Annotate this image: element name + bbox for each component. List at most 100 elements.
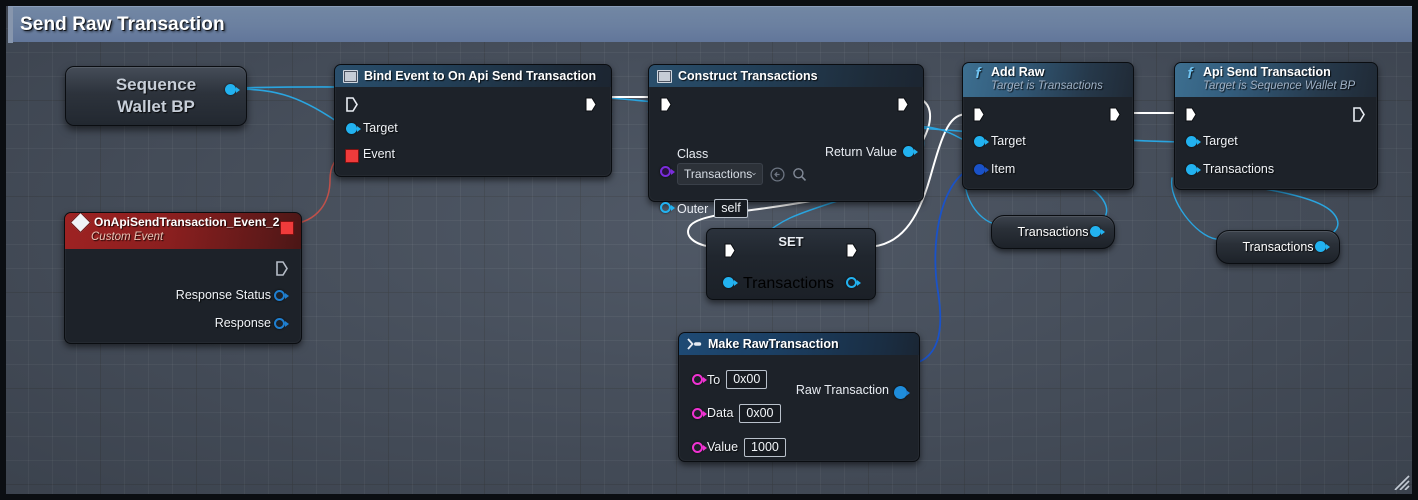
window-title-bar: Send Raw Transaction bbox=[8, 6, 1412, 43]
api-send-transaction-subtitle: Target is Sequence Wallet BP bbox=[1203, 80, 1356, 92]
title-bar-left-cap bbox=[8, 7, 13, 43]
row-custom-event-response-status: Response Status bbox=[65, 281, 301, 309]
pin-set-transactions-out[interactable] bbox=[846, 277, 861, 290]
make-raw-to-value[interactable]: 0x00 bbox=[726, 370, 768, 389]
label-construct-outer: Outer bbox=[677, 201, 709, 216]
label-construct-class: Class bbox=[677, 147, 709, 161]
label-make-raw-value: Value bbox=[707, 440, 739, 454]
pin-getter-transactions-2-output[interactable] bbox=[1315, 241, 1330, 254]
node-api-send-transaction[interactable]: f Api Send Transaction Target is Sequenc… bbox=[1174, 62, 1378, 190]
row-custom-event-response: Response bbox=[65, 309, 301, 337]
pin-add-raw-item[interactable] bbox=[974, 164, 989, 177]
row-make-raw-value: Value 1000 bbox=[679, 430, 919, 464]
construct-transactions-header: Construct Transactions bbox=[649, 65, 923, 87]
label-api-send-transactions: Transactions bbox=[1203, 162, 1275, 176]
pin-bind-event-exec-in[interactable] bbox=[346, 97, 358, 112]
search-icon[interactable] bbox=[792, 167, 807, 182]
row-add-raw-target: Target bbox=[963, 127, 1133, 155]
event-diamond-icon bbox=[69, 213, 92, 234]
square-node-icon bbox=[343, 69, 358, 83]
pin-construct-class[interactable] bbox=[660, 166, 675, 179]
label-custom-event-response: Response bbox=[214, 316, 271, 330]
api-send-transaction-header: f Api Send Transaction Target is Sequenc… bbox=[1175, 63, 1377, 97]
construct-transactions-title: Construct Transactions bbox=[678, 69, 818, 83]
pin-make-raw-to[interactable] bbox=[692, 374, 707, 387]
row-api-send-target: Target bbox=[1175, 127, 1377, 155]
label-bind-event-event: Event bbox=[363, 147, 395, 161]
blueprint-graph-window: Send Raw Transaction Sequence Wallet BP … bbox=[0, 0, 1418, 500]
pin-custom-event-delegate[interactable] bbox=[280, 221, 294, 235]
chevron-down-icon bbox=[752, 172, 756, 176]
pin-bind-event-target[interactable] bbox=[346, 123, 361, 136]
label-add-raw-target: Target bbox=[991, 134, 1026, 148]
construct-class-combobox[interactable]: Transactions bbox=[677, 163, 763, 185]
bind-event-header: Bind Event to On Api Send Transaction bbox=[335, 65, 611, 87]
label-custom-event-response-status: Response Status bbox=[175, 288, 271, 302]
pin-custom-event-response[interactable] bbox=[274, 318, 289, 331]
label-construct-return-value: Return Value bbox=[824, 145, 897, 159]
pin-set-transactions-in[interactable] bbox=[723, 277, 738, 290]
pin-add-raw-target[interactable] bbox=[974, 136, 989, 149]
square-node-icon bbox=[657, 69, 672, 83]
pin-construct-outer[interactable] bbox=[660, 202, 675, 215]
construct-outer-value[interactable]: self bbox=[714, 199, 748, 218]
resize-grip-icon[interactable] bbox=[1390, 472, 1410, 490]
make-raw-transaction-header: Make RawTransaction bbox=[679, 333, 919, 355]
label-api-send-target: Target bbox=[1203, 134, 1238, 148]
node-getter-transactions-2[interactable]: Transactions bbox=[1216, 230, 1340, 264]
custom-event-header: OnApiSendTransaction_Event_2 Custom Even… bbox=[65, 213, 301, 249]
pin-bind-event-exec-out[interactable] bbox=[585, 97, 597, 112]
function-f-icon: f bbox=[1187, 65, 1193, 82]
bind-event-title: Bind Event to On Api Send Transaction bbox=[364, 69, 597, 83]
getter-transactions-2-label: Transactions bbox=[1242, 240, 1314, 254]
add-raw-subtitle: Target is Transactions bbox=[991, 80, 1103, 92]
pin-api-send-transactions[interactable] bbox=[1186, 164, 1201, 177]
pin-construct-exec-out[interactable] bbox=[897, 97, 909, 112]
api-send-transaction-title: Api Send Transaction bbox=[1203, 65, 1331, 79]
custom-event-title: OnApiSendTransaction_Event_2 bbox=[94, 215, 280, 229]
pin-add-raw-exec-out[interactable] bbox=[1109, 107, 1121, 122]
pin-construct-return-value[interactable] bbox=[903, 146, 918, 159]
node-add-raw[interactable]: f Add Raw Target is Transactions Target bbox=[962, 62, 1134, 190]
pin-api-send-exec-in[interactable] bbox=[1185, 107, 1197, 122]
node-construct-transactions[interactable]: Construct Transactions Class Transaction… bbox=[648, 64, 924, 218]
label-set-transactions: Transactions bbox=[743, 275, 834, 292]
make-raw-data-value[interactable]: 0x00 bbox=[739, 403, 781, 423]
pin-set-exec-out[interactable] bbox=[846, 243, 858, 258]
row-add-raw-item: Item bbox=[963, 155, 1133, 183]
node-set-transactions[interactable]: SET Transactions bbox=[706, 228, 876, 300]
add-raw-header: f Add Raw Target is Transactions bbox=[963, 63, 1133, 97]
make-struct-icon bbox=[687, 338, 702, 350]
pin-add-raw-exec-in[interactable] bbox=[973, 107, 985, 122]
sequence-wallet-bp-title-line2: Wallet BP bbox=[117, 97, 195, 116]
label-make-raw-to: To bbox=[707, 372, 721, 387]
pin-getter-transactions-1-output[interactable] bbox=[1090, 226, 1105, 239]
node-sequence-wallet-bp[interactable]: Sequence Wallet BP bbox=[65, 66, 247, 126]
pin-make-raw-value[interactable] bbox=[692, 442, 707, 455]
pin-sequence-wallet-bp-output[interactable] bbox=[225, 84, 240, 97]
browse-back-icon[interactable] bbox=[770, 166, 785, 182]
pin-set-exec-in[interactable] bbox=[724, 243, 736, 258]
row-api-send-transactions: Transactions bbox=[1175, 155, 1377, 183]
row-bind-event-event: Event bbox=[335, 141, 611, 167]
getter-transactions-1-label: Transactions bbox=[1017, 225, 1089, 239]
label-make-raw-data: Data bbox=[707, 406, 734, 420]
function-f-icon: f bbox=[975, 65, 981, 82]
pin-api-send-target[interactable] bbox=[1186, 136, 1201, 149]
pin-api-send-exec-out[interactable] bbox=[1353, 107, 1365, 122]
node-getter-transactions-1[interactable]: Transactions bbox=[991, 215, 1115, 249]
node-on-api-send-transaction-event[interactable]: OnApiSendTransaction_Event_2 Custom Even… bbox=[64, 212, 302, 344]
page-title: Send Raw Transaction bbox=[20, 14, 225, 35]
make-raw-value-value[interactable]: 1000 bbox=[744, 437, 786, 457]
node-make-raw-transaction[interactable]: Make RawTransaction To 0x00 Data 0x00 Va… bbox=[678, 332, 920, 462]
label-add-raw-item: Item bbox=[991, 162, 1016, 176]
pin-bind-event-event[interactable] bbox=[345, 149, 359, 163]
add-raw-title: Add Raw bbox=[991, 65, 1045, 79]
node-bind-event-to-on-api-send-transaction[interactable]: Bind Event to On Api Send Transaction Ta… bbox=[334, 64, 612, 177]
pin-construct-exec-in[interactable] bbox=[660, 97, 672, 112]
pin-custom-event-exec-out[interactable] bbox=[276, 261, 288, 276]
pin-custom-event-response-status[interactable] bbox=[274, 290, 289, 303]
custom-event-subtitle: Custom Event bbox=[91, 231, 164, 243]
pin-make-raw-data[interactable] bbox=[692, 408, 707, 421]
pin-make-raw-transaction-output[interactable] bbox=[894, 386, 910, 399]
